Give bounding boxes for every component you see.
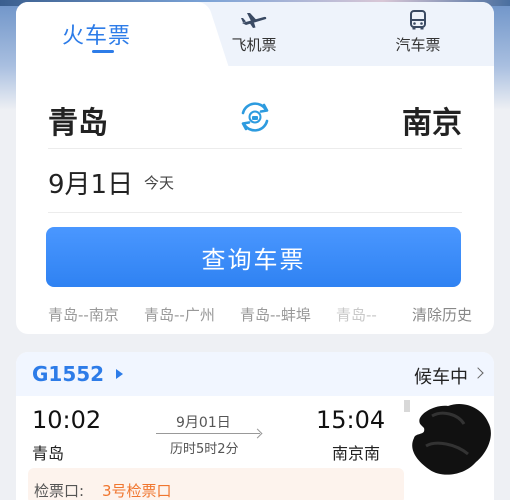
swap-icon[interactable] bbox=[237, 99, 273, 135]
departure-station: 青岛 bbox=[32, 444, 65, 463]
divider bbox=[48, 212, 462, 213]
ticket-gate-label: 检票口: bbox=[34, 482, 85, 500]
search-history: 青岛--南京 青岛--广州 青岛--蚌埠 青岛-- 清除历史 bbox=[48, 304, 478, 324]
travel-date[interactable]: 9月1日 bbox=[48, 164, 133, 201]
travel-date-hint: 今天 bbox=[144, 174, 175, 192]
tab-bus[interactable]: 汽车票 bbox=[363, 10, 473, 62]
tab-train-label[interactable]: 火车票 bbox=[62, 18, 131, 50]
tab-bus-label: 汽车票 bbox=[395, 36, 441, 54]
tab-plane-label: 飞机票 bbox=[231, 36, 277, 54]
history-item[interactable]: 青岛-- bbox=[336, 304, 377, 324]
arrival-time: 15:04 bbox=[316, 406, 386, 434]
history-item[interactable]: 青岛--广州 bbox=[144, 304, 215, 324]
arrival-station: 南京南 bbox=[332, 444, 381, 463]
upcoming-trip-card[interactable]: G1552 候车中 10:02 青岛 9月01日 历时5时2分 15:04 南京… bbox=[16, 352, 494, 500]
transport-tab-bar: 火车票 飞机票 汽车票 bbox=[16, 2, 494, 66]
trip-header: G1552 候车中 bbox=[16, 352, 494, 396]
arrival-city[interactable]: 南京 bbox=[402, 98, 462, 142]
history-item[interactable]: 青岛--南京 bbox=[48, 304, 119, 324]
departure-city[interactable]: 青岛 bbox=[48, 98, 108, 142]
arrow-right-icon bbox=[156, 433, 260, 434]
airplane-icon bbox=[241, 13, 267, 28]
bus-icon bbox=[410, 10, 426, 30]
divider bbox=[48, 148, 462, 149]
train-number[interactable]: G1552 bbox=[32, 362, 104, 386]
ticket-gate-value: 3号检票口 bbox=[102, 482, 172, 500]
active-tab-indicator bbox=[92, 50, 114, 53]
triangle-right-icon bbox=[116, 369, 123, 379]
history-item[interactable]: 青岛--蚌埠 bbox=[240, 304, 311, 324]
departure-time: 10:02 bbox=[32, 406, 102, 434]
trip-status[interactable]: 候车中 bbox=[414, 363, 468, 389]
trip-date: 9月01日 bbox=[176, 415, 231, 431]
search-tickets-button[interactable]: 查询车票 bbox=[46, 227, 461, 287]
ticket-search-card: 火车票 飞机票 汽车票 青岛 南京 9月1日 今天 查询车票 青岛--南京 青岛… bbox=[16, 2, 494, 334]
chevron-right-icon[interactable] bbox=[472, 367, 484, 379]
tab-plane[interactable]: 飞机票 bbox=[199, 10, 309, 62]
clear-history-button[interactable]: 清除历史 bbox=[412, 304, 472, 324]
trip-duration: 历时5时2分 bbox=[170, 442, 239, 457]
redacted-qr-code bbox=[404, 400, 491, 475]
ticket-gate-row: 检票口: 3号检票口 bbox=[28, 468, 404, 500]
